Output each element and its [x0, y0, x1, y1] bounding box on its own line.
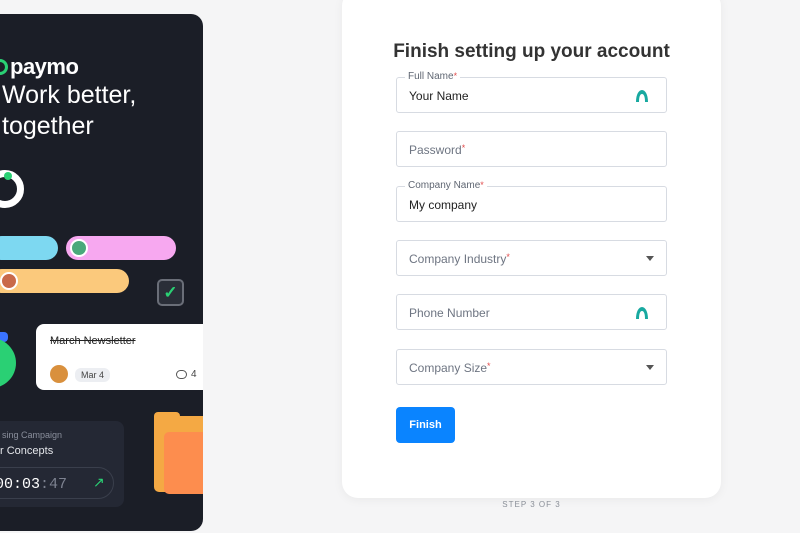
- tagline-line-1: Work better,: [2, 81, 137, 109]
- decor-pill-cyan: [0, 236, 58, 260]
- account-setup-card: Finish setting up your account Full Name…: [342, 0, 721, 498]
- folder-icon-front: [164, 432, 203, 494]
- page-title: Finish setting up your account: [393, 41, 670, 62]
- finish-button[interactable]: Finish: [396, 407, 455, 443]
- timer-time-seconds: :47: [40, 476, 68, 493]
- company-name-field[interactable]: Company Name* My company: [396, 180, 667, 222]
- task-title: March Newsletter: [50, 335, 136, 347]
- company-industry-select[interactable]: Company Industry*: [396, 240, 667, 276]
- password-manager-icon[interactable]: [634, 305, 650, 321]
- caret-down-icon[interactable]: [646, 256, 654, 261]
- company-name-label: Company Name*: [405, 180, 487, 191]
- timer-time-main: 00:03: [0, 476, 41, 493]
- phone-number-placeholder: Phone Number: [409, 306, 490, 320]
- full-name-label: Full Name*: [405, 71, 461, 82]
- decor-pill-orange: [0, 269, 129, 293]
- tagline-line-2: together: [2, 112, 94, 140]
- phone-number-field[interactable]: Phone Number: [396, 294, 667, 330]
- timer-project: sing Campaign: [2, 430, 63, 440]
- decor-shape-green: [0, 338, 16, 388]
- avatar: [50, 365, 68, 383]
- task-date-badge: Mar 4: [75, 368, 111, 382]
- trend-up-icon: ↗: [93, 474, 105, 490]
- paymo-logo-icon: [0, 59, 8, 75]
- checkbox-checked-icon: ✓: [157, 279, 184, 306]
- task-card: March Newsletter Mar 4 4: [36, 324, 203, 390]
- password-field[interactable]: Password*: [396, 131, 667, 167]
- step-indicator: STEP 3 OF 3: [502, 500, 561, 509]
- caret-down-icon[interactable]: [646, 365, 654, 370]
- full-name-value: Your Name: [409, 89, 469, 103]
- timer-time: 00:03:47: [0, 476, 67, 493]
- password-placeholder: Password*: [409, 143, 466, 157]
- company-industry-placeholder: Company Industry*: [409, 252, 510, 266]
- task-comments: 4: [176, 369, 197, 380]
- company-size-placeholder: Company Size*: [409, 361, 491, 375]
- brand-name: paymo: [10, 54, 79, 79]
- company-name-value: My company: [409, 198, 478, 212]
- timer-card: sing Campaign r Concepts 00:03:47 ↗: [0, 421, 124, 507]
- promo-panel: paymo Work better, together ✓ March News…: [0, 14, 203, 531]
- avatar: [70, 239, 88, 257]
- timer-task: r Concepts: [0, 445, 54, 457]
- comment-icon: [176, 370, 187, 379]
- avatar: [0, 272, 18, 290]
- paymo-logo: paymo: [0, 54, 79, 80]
- paymo-mark-dot: [4, 172, 12, 180]
- full-name-field[interactable]: Full Name* Your Name: [396, 71, 667, 113]
- timer-display: 00:03:47 ↗: [0, 467, 114, 499]
- company-size-select[interactable]: Company Size*: [396, 349, 667, 385]
- tagline: Work better, together: [2, 80, 136, 142]
- comment-count: 4: [191, 369, 197, 380]
- password-manager-icon[interactable]: [634, 88, 650, 104]
